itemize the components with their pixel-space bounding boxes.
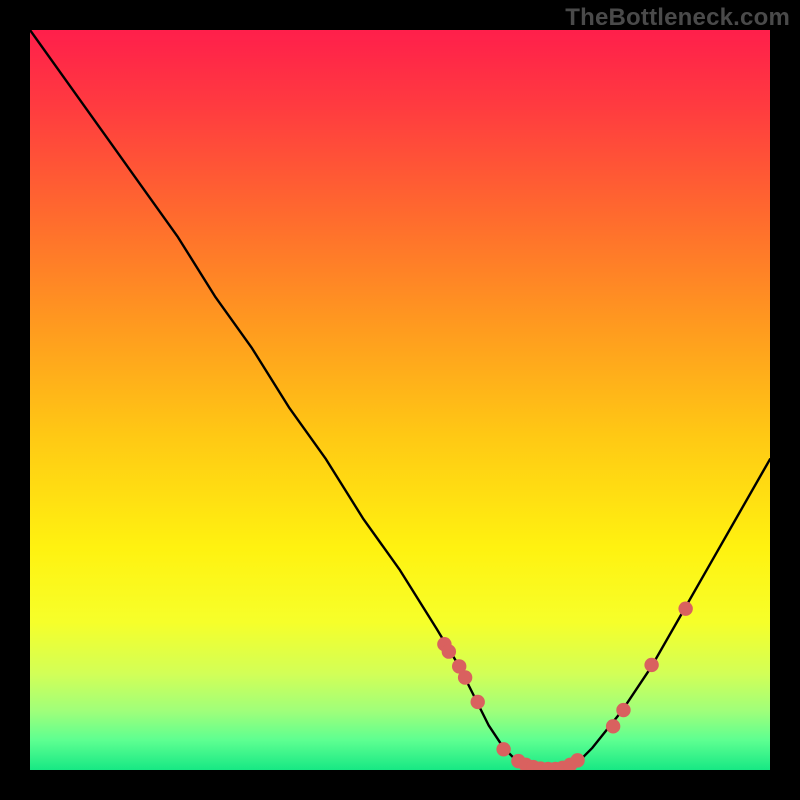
data-marker [606,719,620,733]
data-marker [442,644,456,658]
chart-container: TheBottleneck.com [0,0,800,800]
chart-svg [30,30,770,770]
data-marker [471,695,485,709]
data-marker [616,703,630,717]
data-marker [458,670,472,684]
data-marker [570,753,584,767]
data-marker [644,658,658,672]
data-marker [678,601,692,615]
data-marker [496,742,510,756]
plot-area [30,30,770,770]
gradient-background [30,30,770,770]
watermark-text: TheBottleneck.com [565,4,790,32]
